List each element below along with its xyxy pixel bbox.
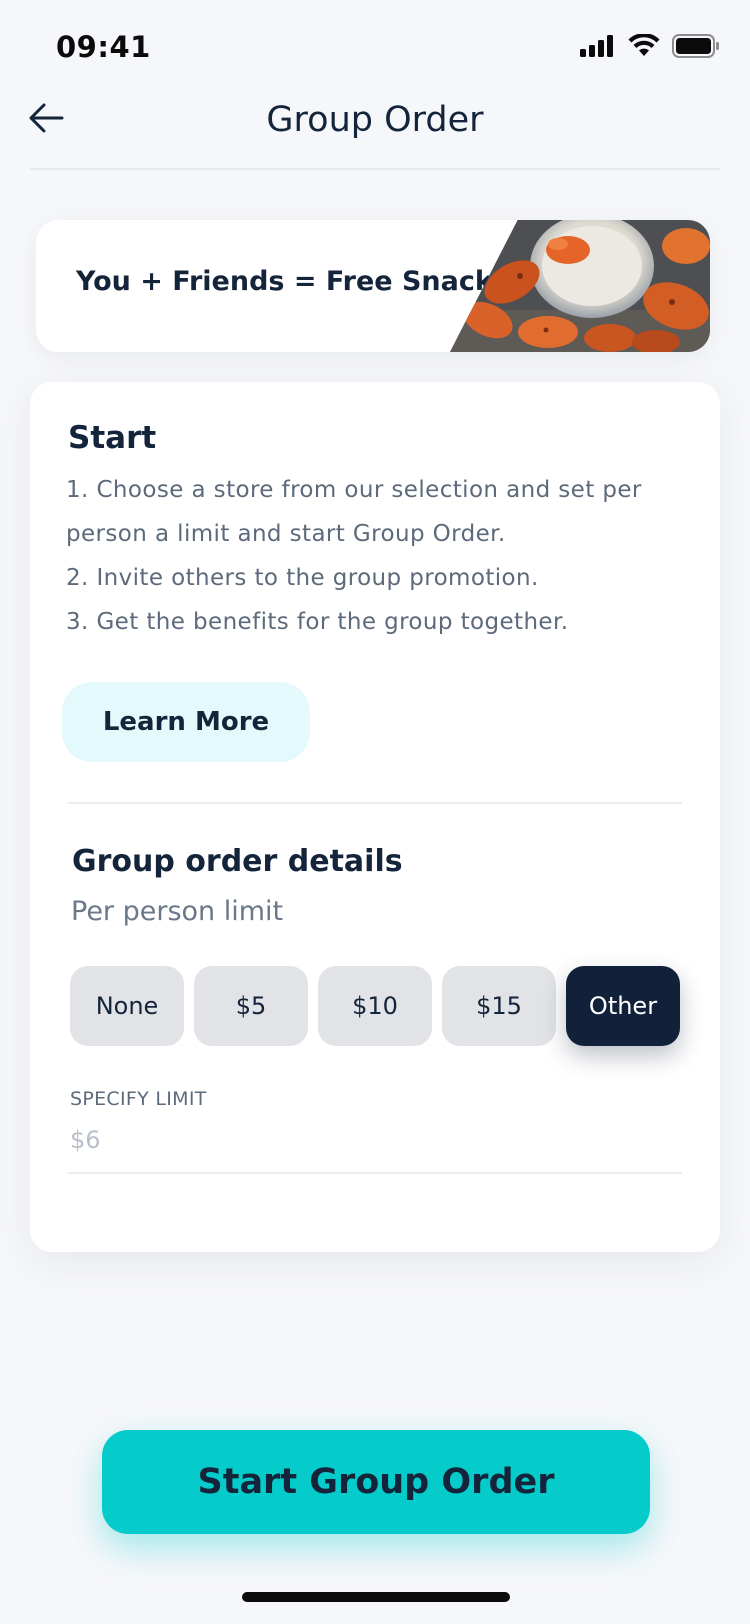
wifi-icon bbox=[628, 34, 660, 56]
specify-limit-input[interactable] bbox=[68, 1118, 686, 1162]
chicken-wings-with-dip-image bbox=[450, 220, 710, 352]
limit-option-other[interactable]: Other bbox=[566, 966, 680, 1046]
per-person-limit-label: Per person limit bbox=[71, 896, 284, 927]
limit-option-5[interactable]: $5 bbox=[194, 966, 308, 1046]
section-divider bbox=[68, 802, 682, 804]
status-icons bbox=[580, 34, 720, 58]
nav-divider bbox=[30, 168, 720, 170]
limit-options: None $5 $10 $15 Other bbox=[70, 966, 680, 1046]
battery-icon bbox=[672, 34, 719, 58]
learn-more-button[interactable]: Learn More bbox=[62, 682, 310, 762]
start-title: Start bbox=[68, 420, 157, 456]
home-indicator bbox=[242, 1592, 510, 1602]
status-time: 09:41 bbox=[56, 30, 151, 64]
promo-text: You + Friends = Free Snack bbox=[76, 266, 493, 297]
limit-option-15[interactable]: $15 bbox=[442, 966, 556, 1046]
signal-icon bbox=[580, 35, 613, 57]
promo-banner[interactable]: You + Friends = Free Snack bbox=[36, 220, 710, 352]
specify-limit-label: SPECIFY LIMIT bbox=[70, 1088, 207, 1110]
step-item: 2. Invite others to the group promotion. bbox=[66, 565, 539, 591]
start-group-order-button[interactable]: Start Group Order bbox=[102, 1430, 650, 1534]
step-item: 3. Get the benefits for the group togeth… bbox=[66, 609, 569, 635]
nav-bar: Group Order bbox=[0, 96, 750, 168]
limit-option-none[interactable]: None bbox=[70, 966, 184, 1046]
input-underline bbox=[68, 1172, 682, 1174]
limit-option-10[interactable]: $10 bbox=[318, 966, 432, 1046]
page-title: Group Order bbox=[266, 100, 484, 140]
step-item: 1. Choose a store from our selection and… bbox=[66, 477, 642, 547]
status-bar: 09:41 bbox=[0, 0, 750, 96]
details-title: Group order details bbox=[72, 844, 403, 879]
group-order-card: Start 1. Choose a store from our selecti… bbox=[30, 382, 720, 1252]
steps-list: 1. Choose a store from our selection and… bbox=[66, 468, 696, 644]
